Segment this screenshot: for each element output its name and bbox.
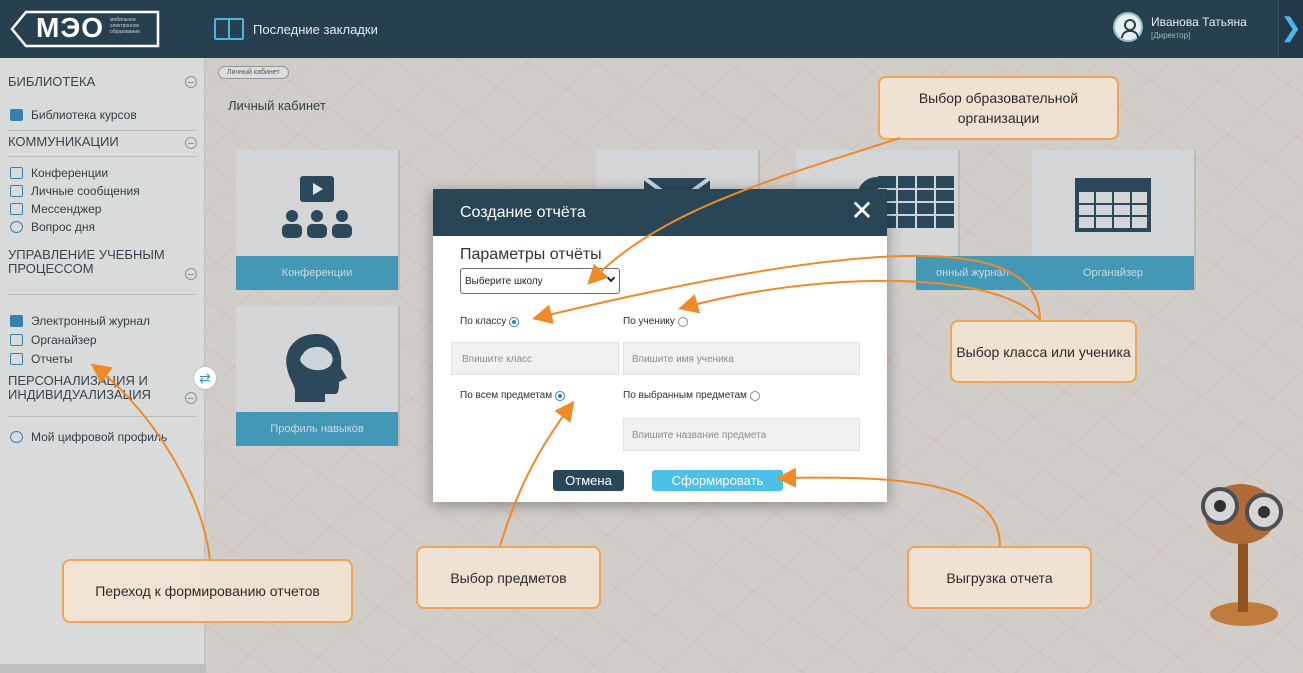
- chevron-down-icon: [606, 273, 616, 283]
- callout-class-student: Выбор класса или ученика: [950, 320, 1137, 383]
- dialog-title: Создание отчёта: [460, 204, 586, 221]
- selected-subjects-radio[interactable]: По выбранным предметам: [623, 390, 760, 401]
- school-select[interactable]: Выберите школу: [460, 268, 620, 294]
- logo-text: МЭО: [36, 12, 105, 43]
- cancel-button[interactable]: Отмена: [553, 470, 624, 491]
- by-student-label: По ученику: [623, 316, 675, 327]
- user-role: [Директор]: [1151, 30, 1191, 40]
- top-bar: МЭО мобильное электронное образование По…: [0, 0, 1303, 58]
- by-class-radio[interactable]: По классу: [460, 316, 520, 327]
- radio-checked-icon: [555, 390, 566, 401]
- swap-arrows-icon[interactable]: ⇄: [193, 366, 217, 390]
- school-select-value: Выберите школу: [465, 276, 543, 287]
- recent-bookmarks-button[interactable]: Последние закладки: [214, 18, 378, 40]
- user-name: Иванова Татьяна: [1151, 14, 1247, 29]
- by-student-radio[interactable]: По ученику: [623, 316, 688, 327]
- all-subjects-radio[interactable]: По всем предметам: [460, 390, 566, 401]
- user-info: Иванова Татьяна [Директор]: [1151, 15, 1247, 40]
- callout-org: Выбор образовательной организации: [878, 76, 1119, 140]
- student-input[interactable]: Впишите имя ученика: [623, 342, 860, 375]
- generate-report-button[interactable]: Сформировать: [652, 470, 783, 491]
- by-class-label: По классу: [460, 316, 507, 327]
- recent-bookmarks-label: Последние закладки: [253, 21, 378, 37]
- user-avatar-icon: [1113, 12, 1143, 42]
- close-icon[interactable]: ✕: [847, 197, 877, 227]
- dialog-header: Создание отчёта ✕: [433, 189, 887, 236]
- all-subjects-label: По всем предметам: [460, 390, 553, 401]
- class-input[interactable]: Впишите класс: [451, 342, 619, 375]
- radio-checked-icon: [509, 316, 520, 327]
- report-dialog: Создание отчёта ✕ Параметры отчёты Выбер…: [433, 189, 887, 502]
- logo[interactable]: МЭО мобильное электронное образование: [8, 9, 176, 49]
- logo-tagline: мобильное электронное образование: [110, 17, 140, 35]
- chevron-right-icon[interactable]: ❯: [1278, 0, 1303, 58]
- radio-unchecked-icon: [677, 316, 688, 327]
- subject-input[interactable]: Впишите название предмета: [623, 418, 860, 451]
- callout-export: Выгрузка отчета: [907, 546, 1092, 609]
- callout-subjects: Выбор предметов: [416, 546, 601, 609]
- callout-reports: Переход к формированию отчетов: [62, 559, 353, 623]
- selected-subjects-label: По выбранным предметам: [623, 390, 747, 401]
- user-menu[interactable]: Иванова Татьяна [Директор]: [1113, 12, 1247, 42]
- radio-unchecked-icon: [749, 390, 760, 401]
- book-icon: [214, 18, 244, 40]
- params-heading: Параметры отчёты: [460, 246, 602, 263]
